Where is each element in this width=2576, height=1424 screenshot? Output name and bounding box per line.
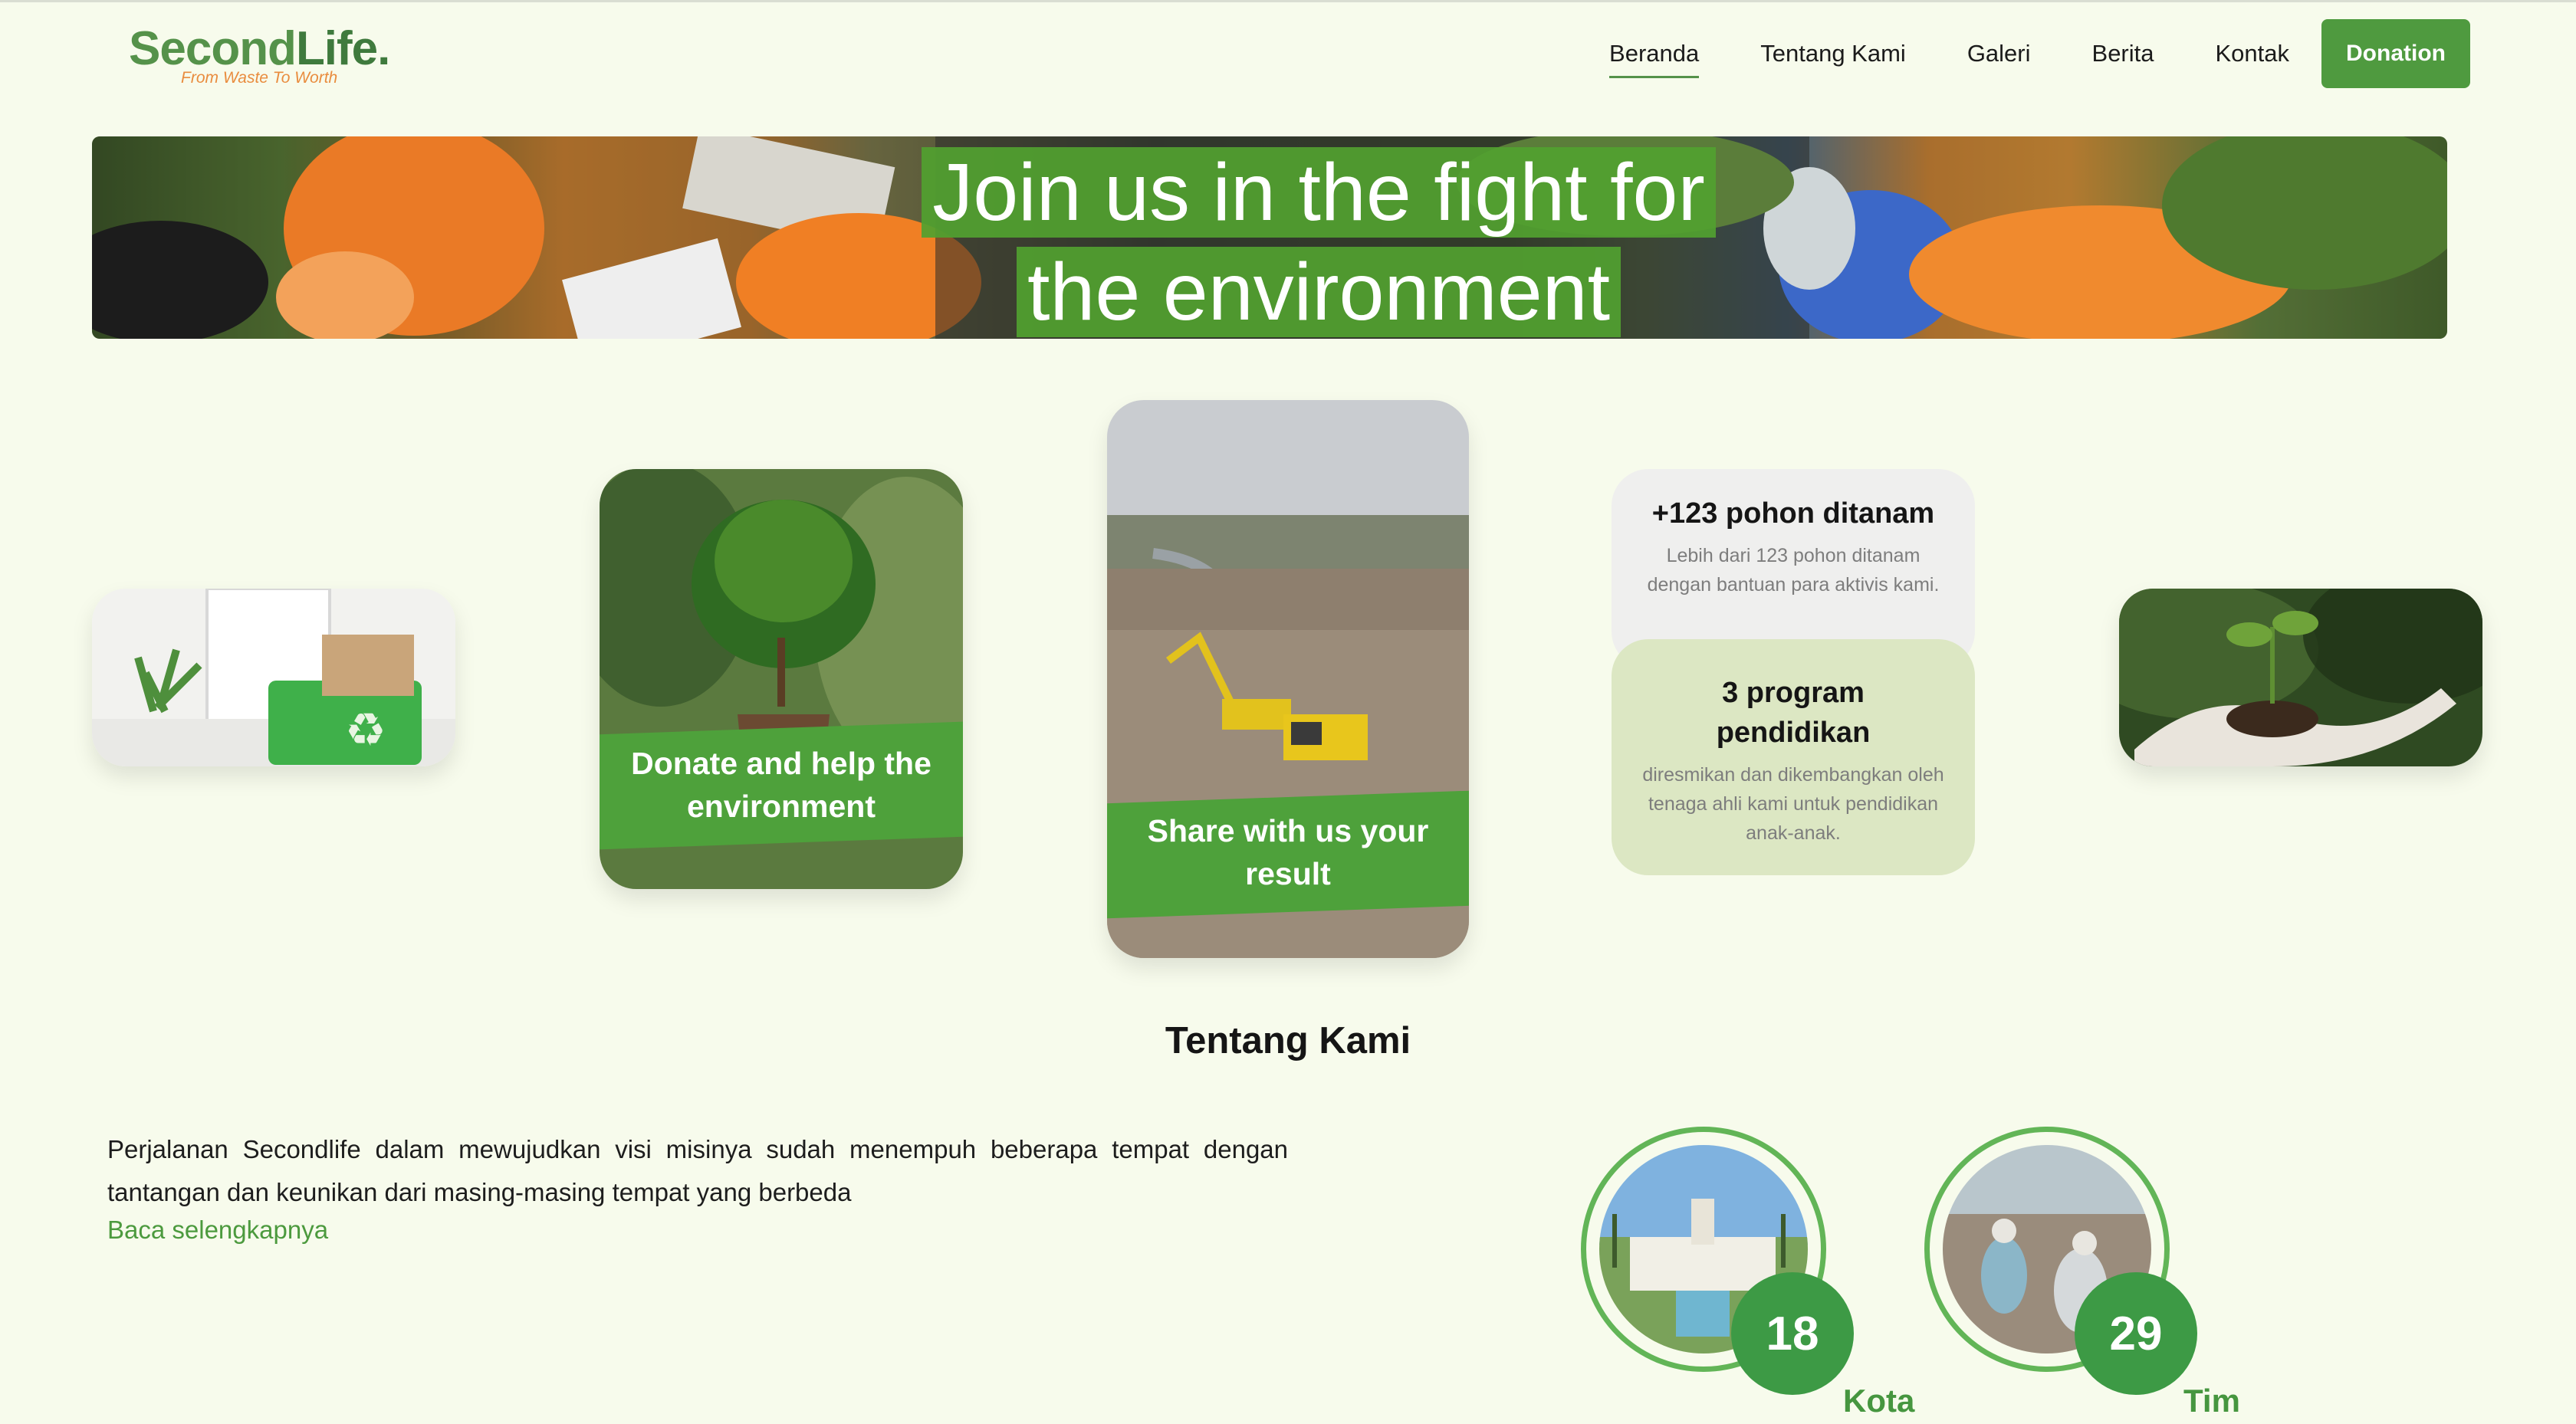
seedling-in-hand-image <box>2119 589 2482 766</box>
donate-card-label: Donate and help the environment <box>631 746 932 824</box>
hero-headline-line1: Join us in the fight for <box>922 147 1716 238</box>
logo-tagline: From Waste To Worth <box>181 69 338 87</box>
trees-planted-desc: Lebih dari 123 pohon ditanam dengan bant… <box>1647 545 1940 596</box>
cities-metric: 18 Kota <box>1581 1127 1914 1419</box>
donation-button[interactable]: Donation <box>2321 19 2470 88</box>
seedling-card[interactable] <box>2119 589 2482 766</box>
nav-item-kontak[interactable]: Kontak <box>2216 40 2290 67</box>
teams-count-badge: 29 <box>2075 1272 2197 1395</box>
nav-item-beranda[interactable]: Beranda <box>1609 40 1700 78</box>
trees-planted-card: +123 pohon ditanam Lebih dari 123 pohon … <box>1612 469 1975 668</box>
share-card-label: Share with us your result <box>1147 813 1429 891</box>
nav-item-tentang-kami[interactable]: Tentang Kami <box>1760 40 1906 67</box>
stats-stack: +123 pohon ditanam Lebih dari 123 pohon … <box>1612 469 1975 875</box>
hero-headline-line2: the environment <box>1016 247 1622 337</box>
teams-label: Tim <box>2183 1383 2240 1419</box>
nav-item-galeri[interactable]: Galeri <box>1967 40 2031 67</box>
donate-card[interactable]: Donate and help the environment <box>600 469 963 889</box>
cities-label: Kota <box>1843 1383 1915 1419</box>
hero-headline: Join us in the fight for the environment <box>897 143 1740 339</box>
cities-count-badge: 18 <box>1731 1272 1854 1395</box>
main-nav: Beranda Tentang Kami Galeri Berita Konta… <box>1548 18 2470 89</box>
education-programs-card: 3 program pendidikan diresmikan dan dikem… <box>1612 639 1975 875</box>
svg-text:♻: ♻ <box>345 704 386 757</box>
about-section-title: Tentang Kami <box>1165 1020 1411 1061</box>
logo[interactable]: SecondLife. From Waste To Worth <box>129 21 390 90</box>
trees-planted-title: +123 pohon ditanam <box>1651 497 1935 530</box>
education-programs-desc: diresmikan dan dikembangkan oleh tenaga … <box>1642 764 1944 844</box>
hero-banner: Join us in the fight for the environment <box>92 136 2447 339</box>
top-border <box>0 0 2576 2</box>
share-card[interactable]: Share with us your result <box>1107 400 1469 958</box>
logo-wordmark: SecondLife. <box>129 22 390 75</box>
read-more-link[interactable]: Baca selengkapnya <box>107 1216 328 1245</box>
about-description: Perjalanan Secondlife dalam mewujudkan v… <box>107 1135 1288 1206</box>
teams-metric: 29 Tim <box>1924 1127 2240 1419</box>
nav-item-berita[interactable]: Berita <box>2092 40 2154 67</box>
education-programs-title: 3 program pendidikan <box>1716 677 1871 749</box>
recycle-bin-image: ♻ <box>92 589 455 766</box>
recycle-bin-card[interactable]: ♻ <box>92 589 455 766</box>
